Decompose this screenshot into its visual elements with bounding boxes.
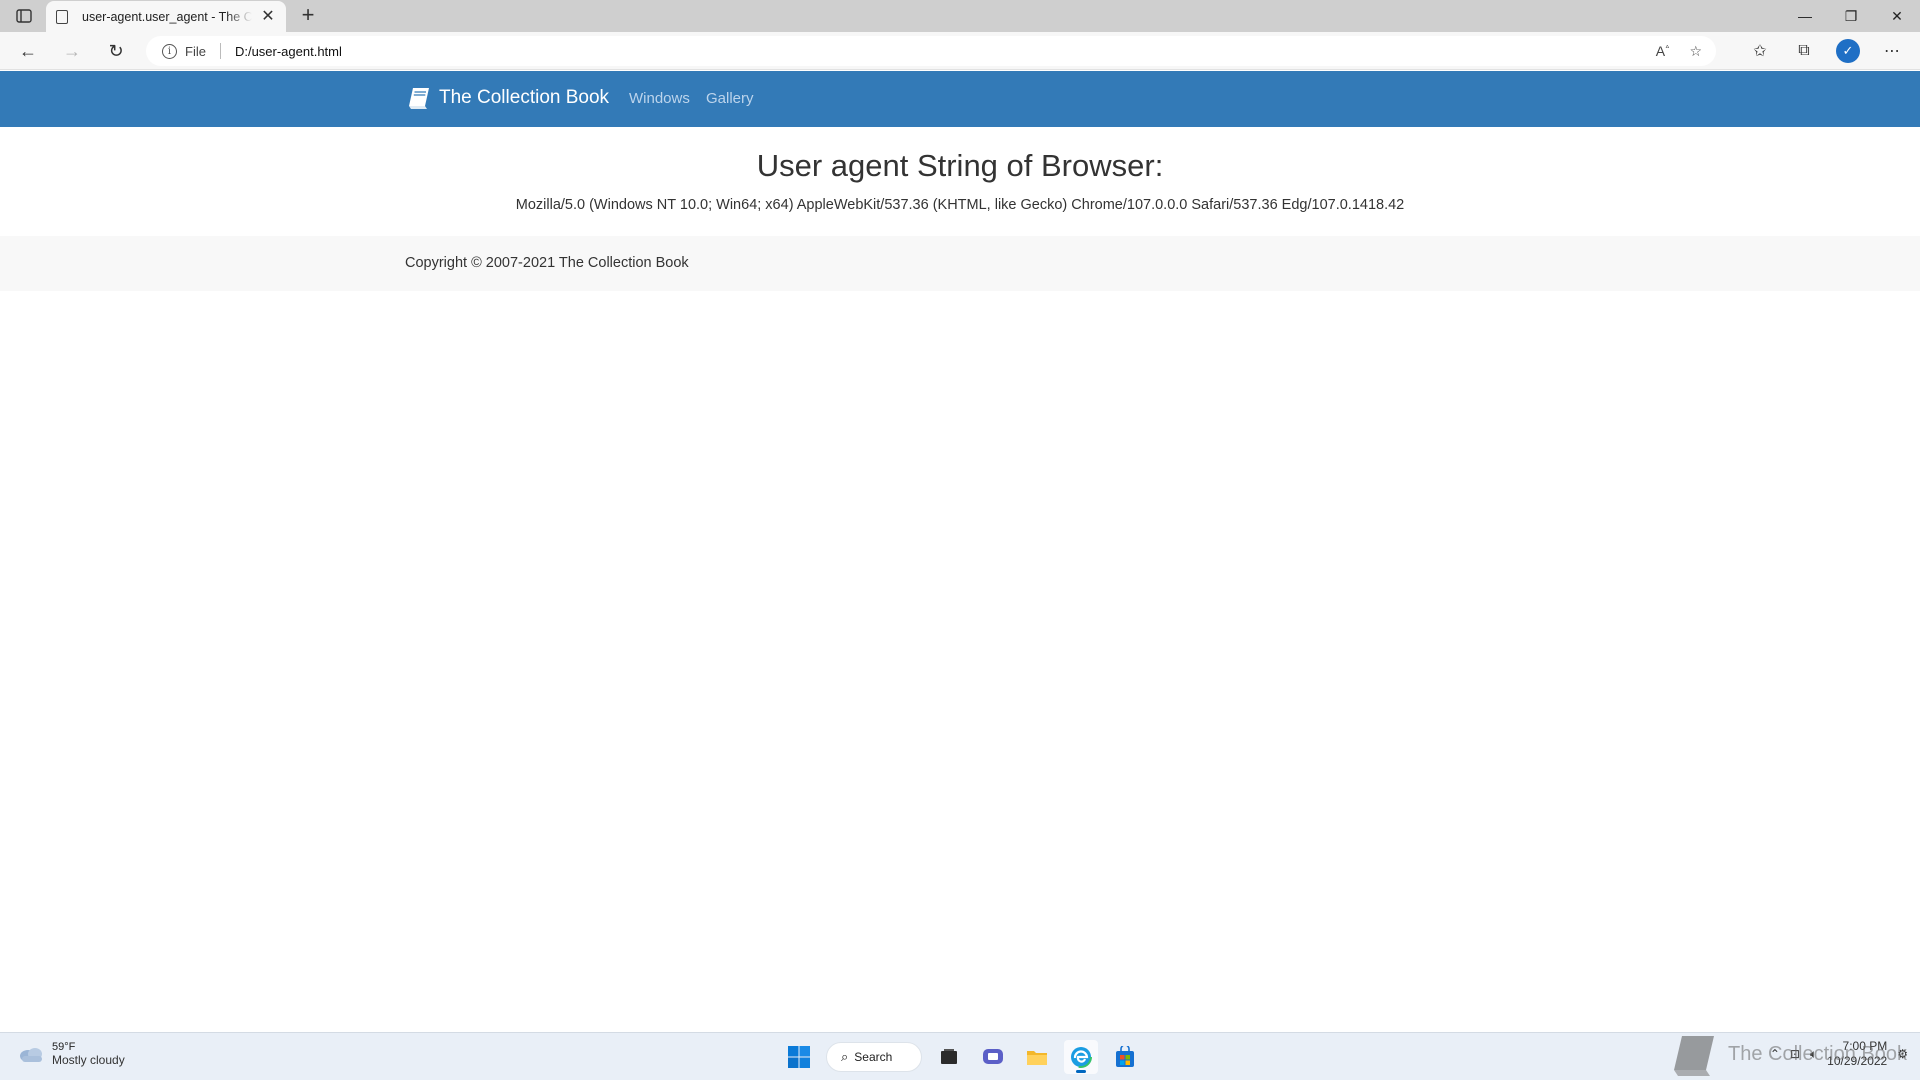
browser-toolbar: ← → ↻ i File D:/user-agent.html Aᐞ ☆ ✩ ⧉… xyxy=(0,32,1920,70)
url-text[interactable]: D:/user-agent.html xyxy=(235,44,342,59)
search-icon: ⌕ xyxy=(841,1049,849,1064)
back-button[interactable]: ← xyxy=(14,39,42,63)
address-bar[interactable]: i File D:/user-agent.html Aᐞ ☆ xyxy=(146,36,1716,66)
edge-browser-button[interactable] xyxy=(1064,1040,1098,1074)
chevron-up-icon[interactable]: ⌃ xyxy=(1770,1047,1780,1061)
notifications-icon[interactable]: ⚙ xyxy=(1897,1047,1908,1061)
info-icon[interactable]: i xyxy=(162,43,177,59)
forward-button[interactable]: → xyxy=(58,39,86,63)
book-icon xyxy=(409,88,429,109)
store-button[interactable] xyxy=(1108,1040,1142,1074)
new-tab-button[interactable]: + xyxy=(296,4,320,28)
user-agent-string: Mozilla/5.0 (Windows NT 10.0; Win64; x64… xyxy=(515,197,1405,213)
windows-taskbar: 59°F Mostly cloudy ⌕ Search ⌃ ⊡ 🔈︎ 7:00 … xyxy=(0,1032,1920,1080)
site-navbar: The Collection Book Windows Gallery xyxy=(0,71,1920,127)
brand-name: The Collection Book xyxy=(439,87,610,108)
favorites-icon[interactable]: ✩ xyxy=(1744,37,1776,65)
collections-icon[interactable]: ⧉ xyxy=(1788,37,1820,65)
profile-button[interactable]: ✓ xyxy=(1832,37,1864,65)
page-icon xyxy=(56,9,68,24)
weather-widget[interactable]: 59°F Mostly cloudy xyxy=(18,1041,125,1067)
clock-date: 10/29/2022 xyxy=(1827,1054,1888,1068)
toolbar-actions: ✩ ⧉ ✓ ⋯ xyxy=(1744,37,1908,65)
clock[interactable]: 7:00 PM 10/29/2022 xyxy=(1827,1039,1887,1069)
address-divider xyxy=(219,43,221,59)
search-label: Search xyxy=(854,1050,893,1064)
page-footer: Copyright © 2007-2021 The Collection Boo… xyxy=(0,236,1920,291)
refresh-button[interactable]: ↻ xyxy=(102,39,130,63)
copyright-text: Copyright © 2007-2021 The Collection Boo… xyxy=(405,255,689,271)
read-aloud-icon[interactable]: Aᐞ xyxy=(1656,43,1670,60)
chat-icon xyxy=(983,1049,1003,1064)
page-title: User agent String of Browser: xyxy=(756,148,1164,183)
address-actions: Aᐞ ☆ xyxy=(1656,43,1702,60)
nav-link-windows[interactable]: Windows xyxy=(629,90,690,107)
store-icon xyxy=(1116,1046,1134,1067)
minimize-icon[interactable]: — xyxy=(1782,0,1828,32)
close-tab-icon[interactable]: ✕ xyxy=(260,8,276,25)
start-button[interactable] xyxy=(782,1040,816,1074)
more-options-icon[interactable]: ⋯ xyxy=(1876,37,1908,65)
tab-actions-icon xyxy=(16,9,32,23)
windows-logo-icon xyxy=(788,1046,810,1068)
profile-avatar-icon: ✓ xyxy=(1836,39,1860,63)
tab-title: user-agent.user_agent - The Collection B… xyxy=(82,9,252,24)
taskbar-apps: ⌕ Search xyxy=(782,1039,1142,1075)
browser-tab-active[interactable]: user-agent.user_agent - The Collection B… xyxy=(46,1,286,32)
task-view-button[interactable] xyxy=(932,1040,966,1074)
arrow-right-icon: → xyxy=(63,40,81,61)
volume-icon[interactable]: 🔈︎ xyxy=(1810,1047,1817,1062)
weather-condition: Mostly cloudy xyxy=(52,1053,125,1067)
edge-icon xyxy=(1070,1046,1092,1068)
restore-icon[interactable]: ❐ xyxy=(1828,0,1874,32)
close-window-icon[interactable]: ✕ xyxy=(1874,0,1920,32)
site-brand-link[interactable]: The Collection Book xyxy=(405,84,609,112)
scheme-label: File xyxy=(185,43,206,59)
taskbar-search[interactable]: ⌕ Search xyxy=(826,1042,922,1072)
folder-icon xyxy=(1027,1051,1047,1065)
weather-temperature: 59°F xyxy=(52,1041,76,1053)
network-icon[interactable]: ⊡ xyxy=(1790,1047,1800,1061)
file-explorer-button[interactable] xyxy=(1020,1040,1054,1074)
teams-chat-button[interactable] xyxy=(976,1040,1010,1074)
arrow-left-icon: ← xyxy=(19,40,37,61)
nav-link-gallery[interactable]: Gallery xyxy=(706,90,754,107)
tab-strip: user-agent.user_agent - The Collection B… xyxy=(0,0,1920,32)
window-controls: — ❐ ✕ xyxy=(1782,0,1920,32)
task-view-icon xyxy=(941,1049,957,1064)
system-tray: ⌃ ⊡ 🔈︎ 7:00 PM 10/29/2022 ⚙ xyxy=(1770,1039,1908,1069)
tab-actions-button[interactable] xyxy=(12,6,36,26)
add-favorite-icon[interactable]: ☆ xyxy=(1689,43,1702,60)
clock-time: 7:00 PM xyxy=(1842,1039,1888,1053)
cloud-icon xyxy=(20,1048,42,1062)
refresh-icon: ↻ xyxy=(108,40,124,61)
